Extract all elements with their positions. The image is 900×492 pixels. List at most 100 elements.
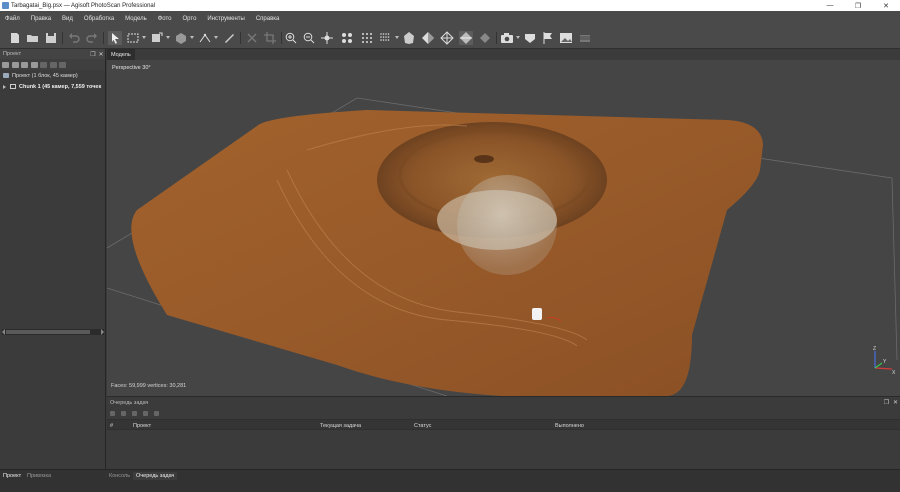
add-folder-icon[interactable] — [21, 61, 28, 68]
rectangle-selection-icon[interactable] — [126, 31, 140, 45]
float-panel-icon[interactable]: ❐ — [89, 51, 97, 58]
close-task-panel-icon[interactable]: ✕ — [891, 399, 900, 406]
photoscan-app-icon — [2, 2, 9, 9]
disable-icon[interactable] — [49, 61, 57, 68]
delete-icon[interactable] — [245, 31, 259, 45]
properties-icon[interactable] — [59, 61, 66, 68]
move-object-icon[interactable] — [320, 31, 334, 45]
col-number[interactable]: # — [110, 423, 113, 429]
main-toolbar — [0, 27, 900, 49]
close-panel-icon[interactable]: ✕ — [97, 51, 105, 58]
redo-icon[interactable] — [85, 31, 99, 45]
zoom-out-icon[interactable] — [302, 31, 316, 45]
measure-icon[interactable] — [222, 31, 236, 45]
scroll-left-icon[interactable] — [2, 329, 5, 335]
remove-task-icon[interactable] — [132, 411, 137, 416]
scroll-thumb[interactable] — [6, 330, 90, 334]
undo-icon[interactable] — [67, 31, 81, 45]
show-dense-cloud-icon[interactable] — [378, 31, 392, 45]
stop-task-icon[interactable] — [121, 411, 126, 416]
col-project[interactable]: Проект — [133, 423, 151, 429]
chunk-tree-item[interactable]: Chunk 1 (45 камер, 7,559 точек — [0, 81, 105, 92]
tab-project[interactable]: Проект — [3, 473, 21, 479]
menu-edit[interactable]: Правка — [31, 16, 51, 22]
terrain-scene — [107, 97, 898, 396]
reset-view-icon[interactable] — [340, 31, 354, 45]
menu-file[interactable]: Файл — [5, 16, 20, 22]
wireframe-icon[interactable] — [440, 31, 454, 45]
workspace-panel: Проект ❐ ✕ Проект (1 блок, 45 камер) Chu… — [0, 49, 106, 469]
show-region-icon[interactable] — [578, 31, 592, 45]
model-viewport[interactable]: Perspective 30° Faces: 59,999 vertices: … — [107, 60, 900, 396]
shaded-icon[interactable] — [402, 31, 416, 45]
task-table-header: # Проект Текущая задача Статус Выполнено — [107, 419, 900, 430]
show-markers-icon[interactable] — [541, 31, 555, 45]
move-up-icon[interactable] — [143, 411, 148, 416]
project-tree-root[interactable]: Проект (1 блок, 45 камер) — [0, 70, 105, 81]
add-chunk-icon[interactable] — [2, 61, 9, 68]
show-images-icon[interactable] — [559, 31, 573, 45]
maximize-button[interactable]: ❐ — [844, 0, 872, 11]
enable-icon[interactable] — [40, 61, 47, 68]
project-icon — [3, 73, 9, 78]
chunk-details: (45 камер, 7,559 точек — [42, 83, 102, 90]
col-current-task[interactable]: Текущая задача — [320, 423, 361, 429]
minimize-button[interactable]: — — [816, 0, 844, 11]
save-icon[interactable] — [44, 31, 58, 45]
navigation-arrow-icon[interactable] — [108, 31, 122, 45]
add-photos-icon[interactable] — [11, 61, 19, 68]
axis-x-line — [874, 367, 893, 370]
task-queue-panel: Очередь задач ❐ ✕ # Проект Текущая задач… — [107, 396, 900, 469]
menu-help[interactable]: Справка — [256, 16, 280, 22]
workspace-horizontal-scrollbar[interactable] — [2, 329, 104, 335]
tab-reference[interactable]: Привязка — [27, 473, 51, 479]
tab-model[interactable]: Модель — [107, 49, 135, 60]
tab-task-queue[interactable]: Очередь задач — [133, 472, 178, 480]
tiled-icon[interactable] — [478, 31, 492, 45]
show-cameras-icon[interactable] — [500, 31, 514, 45]
new-file-icon[interactable] — [8, 31, 22, 45]
solid-icon[interactable] — [421, 31, 435, 45]
zoom-in-icon[interactable] — [284, 31, 298, 45]
window-title: Tarbagatai_Big.psx — Agisoft PhotoScan P… — [11, 2, 156, 9]
show-points-icon[interactable] — [360, 31, 374, 45]
task-queue-header: Очередь задач ❐ ✕ — [107, 397, 900, 408]
chunk-icon — [10, 84, 16, 89]
col-status[interactable]: Статус — [414, 423, 431, 429]
show-shapes-icon[interactable] — [523, 31, 537, 45]
textured-icon[interactable] — [459, 31, 473, 45]
remove-item-icon[interactable] — [30, 61, 38, 68]
col-progress[interactable]: Выполнено — [555, 423, 584, 429]
menu-workflow[interactable]: Обработка — [84, 16, 114, 22]
white-vehicle — [532, 308, 542, 320]
axis-y-line — [874, 362, 883, 369]
menu-model[interactable]: Модель — [125, 16, 147, 22]
crop-icon[interactable] — [263, 31, 277, 45]
menu-photo[interactable]: Фото — [158, 16, 172, 22]
ruler-icon[interactable] — [198, 31, 212, 45]
view-tabs: Модель — [107, 49, 900, 60]
title-bar: Tarbagatai_Big.psx — Agisoft PhotoScan P… — [0, 0, 900, 11]
projection-label: Perspective 30° — [112, 65, 151, 71]
task-queue-toolbar — [107, 408, 900, 419]
resize-region-icon[interactable] — [150, 31, 164, 45]
menu-tools[interactable]: Инструменты — [207, 16, 244, 22]
menu-ortho[interactable]: Орто — [183, 16, 197, 22]
move-down-icon[interactable] — [154, 411, 159, 416]
float-task-panel-icon[interactable]: ❐ — [882, 399, 891, 406]
menu-view[interactable]: Вид — [62, 16, 73, 22]
axes-gizmo: Z Y X — [873, 346, 896, 374]
project-label: Проект (1 блок, 45 камер) — [12, 72, 78, 79]
workspace-header: Проект ❐ ✕ — [0, 49, 105, 59]
close-button[interactable]: ✕ — [872, 0, 900, 11]
rotate-region-icon[interactable] — [174, 31, 188, 45]
scroll-right-icon[interactable] — [101, 329, 104, 335]
open-folder-icon[interactable] — [26, 31, 40, 45]
expand-arrow-icon[interactable] — [3, 84, 6, 89]
axis-y-label: Y — [883, 359, 887, 365]
start-task-icon[interactable] — [110, 411, 115, 416]
task-queue-title: Очередь задач — [110, 399, 149, 406]
tab-console[interactable]: Консоль — [109, 473, 130, 479]
axis-z-label: Z — [873, 346, 876, 352]
workspace-toolbar — [0, 59, 105, 70]
